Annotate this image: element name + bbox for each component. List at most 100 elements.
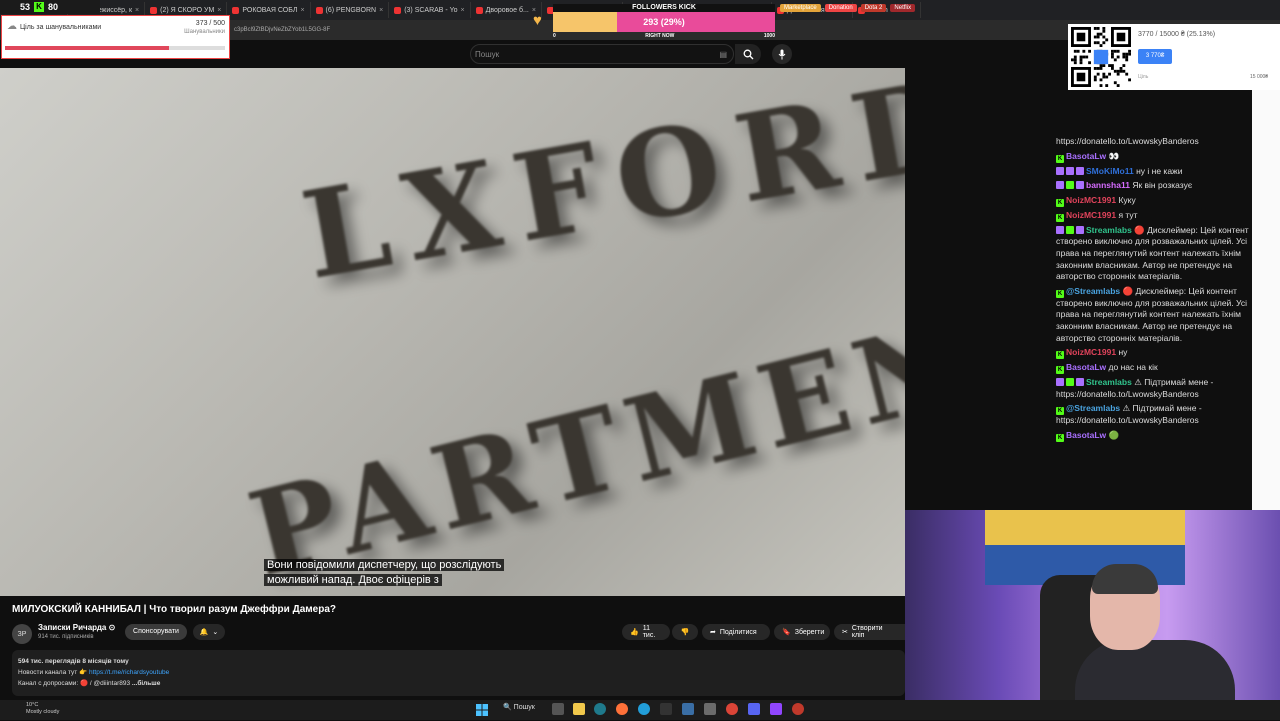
close-icon[interactable]: × [461, 7, 465, 14]
firefox-icon[interactable] [616, 703, 628, 715]
recording-icon[interactable] [792, 703, 804, 715]
subtitle-line-2: можливий напад. Двоє офіцерів з [264, 574, 442, 586]
discord-icon[interactable] [748, 703, 760, 715]
donation-goal-max: 15 000₴ [1250, 74, 1269, 80]
close-icon[interactable]: × [217, 7, 221, 14]
tab-favicon-icon [315, 6, 323, 14]
chat-username[interactable]: Streamlabs [1086, 225, 1132, 235]
show-more-link[interactable]: ...більше [132, 680, 160, 687]
chat-username[interactable]: Streamlabs [1086, 377, 1132, 387]
streamer-hair [1092, 564, 1158, 594]
clip-button[interactable]: ✂ Створити кліп [834, 624, 905, 640]
views-line: 594 тис. переглядів 8 місяців тому [18, 658, 129, 665]
browser-tab[interactable]: РОКОВАЯ СОБЛ × [227, 2, 311, 18]
weather-widget[interactable]: 10°C Mostly cloudy [8, 702, 59, 716]
donation-current-amount: 3 770₴ [1138, 49, 1172, 64]
kick-badge-icon: K [1056, 289, 1064, 298]
stat-value-2: 80 [48, 2, 59, 12]
news-link[interactable]: https://t.me/richardsyoutube [89, 669, 169, 676]
telegram-icon[interactable] [638, 703, 650, 715]
address-text[interactable]: c3pBcl9ZtBDjvNeZbZYob1L5GG-8F [234, 27, 330, 33]
chat-username[interactable]: SMoKiMo11 [1086, 166, 1134, 176]
close-icon[interactable]: × [379, 7, 383, 14]
twitch-badge-icon [1076, 181, 1084, 190]
chat-username[interactable]: bannsha11 [1086, 180, 1130, 190]
like-button[interactable]: 👍 11 тис. [622, 624, 670, 640]
edge-browser-icon[interactable] [594, 703, 606, 715]
channel-name[interactable]: Записки Ричарда ⊙ [38, 623, 115, 632]
thumbs-down-icon: 👎 [680, 629, 690, 636]
tab-favicon-icon [232, 6, 240, 14]
app-icon[interactable] [682, 703, 694, 715]
chat-text: ну [1118, 347, 1128, 358]
goal-progress-fill [5, 46, 170, 50]
twitch-badge-icon [1076, 225, 1084, 234]
kick-badge-icon: K [1056, 351, 1064, 360]
chat-message: K BasotaLw до нас на кік [1056, 362, 1252, 375]
weather-desc: Mostly cloudy [26, 709, 60, 715]
notification-bell-button[interactable]: 🔔 ⌄ [193, 624, 225, 640]
tab-label: (3) SCARAB - Yo [404, 6, 458, 14]
chat-message: K NoizMC1991 Куку [1056, 195, 1252, 207]
dislike-button[interactable]: 👎 [672, 624, 698, 640]
search-icon [743, 49, 753, 59]
task-view-icon[interactable] [552, 703, 564, 715]
twitch-badge-icon [1056, 225, 1064, 234]
chat-username[interactable]: @Streamlabs [1066, 403, 1120, 413]
chat-text: я тут [1118, 209, 1138, 220]
search-input[interactable]: Пошук ▤ [470, 44, 734, 64]
bell-icon: 🔔 [199, 629, 209, 636]
file-explorer-icon[interactable] [573, 703, 585, 715]
followers-scale: 0 RIGHT NOW 1000 [553, 33, 775, 41]
kick-badge-icon: K [1056, 198, 1064, 207]
bookmark-item[interactable]: Dota 2 [860, 4, 887, 12]
chat-username[interactable]: NoizMC1991 [1066, 210, 1116, 220]
search-button[interactable] [735, 44, 761, 64]
followers-count: 293 (29%) [643, 17, 685, 27]
taskbar-search-label: Пошук [513, 704, 535, 711]
browser-tab[interactable]: Дворовое б... × [471, 2, 542, 18]
chat-text: Як він розказує [1132, 180, 1193, 191]
video-player[interactable]: LXFORD PARTMENTS [0, 68, 905, 596]
close-icon[interactable]: × [300, 7, 304, 14]
browser-tab[interactable]: (6) PENGBORN × [311, 2, 390, 18]
chrome-icon[interactable] [726, 703, 738, 715]
bookmarks-bar: Marketplace Donation Dota 2 Netflix [780, 4, 916, 12]
keyboard-icon[interactable]: ▤ [719, 50, 727, 59]
twitch-icon[interactable] [770, 703, 782, 715]
close-icon[interactable]: × [135, 7, 139, 14]
channel-avatar[interactable]: ЗР [12, 624, 32, 644]
subtitle-line-1: Вони повідомили диспетчеру, що розслідую… [264, 559, 505, 571]
kick-logo-icon: K [34, 2, 45, 12]
taskbar-search[interactable]: 🔍 Пошук [503, 703, 535, 711]
share-button[interactable]: ➦ Поділитися [702, 624, 770, 640]
cloud-icon: ☁ [7, 21, 17, 32]
kick-badge-icon: K [1056, 433, 1064, 442]
chat-username[interactable]: NoizMC1991 [1066, 195, 1116, 205]
chat-text: https://donatello.to/LwowskyBanderos [1056, 136, 1199, 146]
chat-username[interactable]: BasotaLw [1066, 362, 1106, 372]
chat-username[interactable]: NoizMC1991 [1066, 347, 1116, 357]
chat-text: 🔴 Дисклеймер: Цей контент створено виклю… [1056, 224, 1249, 282]
bookmark-item[interactable]: Netflix [890, 4, 916, 12]
obs-icon[interactable] [660, 703, 672, 715]
search-placeholder: Пошук [475, 50, 500, 59]
save-button[interactable]: 🔖 Зберегти [774, 624, 830, 640]
weather-temp: 10°C [26, 702, 39, 708]
chat-message: Streamlabs ⚠ Підтримай мене - https://do… [1056, 377, 1252, 400]
calculator-icon[interactable] [704, 703, 716, 715]
windows-logo-icon[interactable] [476, 703, 488, 716]
goal-label: Ціль за шанувальниками [20, 24, 102, 31]
chat-text: ну і не кажи [1136, 165, 1183, 176]
chat-username[interactable]: BasotaLw [1066, 151, 1106, 161]
twitch-badge-icon [1056, 166, 1064, 175]
voice-search-button[interactable] [772, 44, 792, 64]
chat-username[interactable]: @Streamlabs [1066, 286, 1120, 296]
chat-username[interactable]: BasotaLw [1066, 430, 1106, 440]
sponsor-button[interactable]: Спонсорувати [125, 624, 187, 640]
bookmark-item[interactable]: Marketplace [780, 4, 821, 12]
browser-tab[interactable]: (3) SCARAB - Yo × [389, 2, 471, 18]
bookmark-item[interactable]: Donation [824, 4, 857, 12]
video-description[interactable]: 594 тис. переглядів 8 місяців тому Новос… [12, 650, 905, 696]
goal-sub: Шанувальники [184, 29, 225, 35]
